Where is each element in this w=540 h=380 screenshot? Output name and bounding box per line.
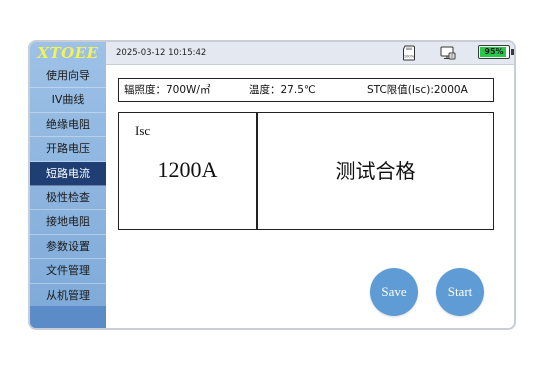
datetime: 2025-03-12 10:15:42 [116,48,207,58]
test-verdict: 测试合格 [335,159,416,183]
temperature-readout: 温度：27.5℃ [249,84,316,96]
stc-limit-readout: STC限值(Isc):2000A [367,84,468,96]
start-button[interactable]: Start [436,268,484,316]
status-bar: 2025-03-12 10:15:42 100% 95% [106,42,514,65]
battery-indicator: 95% [478,45,510,59]
device-screen: XTOEE 使用向导 IV曲线 绝缘电阻 开路电压 短路电流 极性检查 接地电阻… [28,40,516,330]
sd-card-icon: 100% [403,45,415,61]
irradiance-readout: 辐照度：700W/㎡ [124,84,211,96]
sidebar: XTOEE 使用向导 IV曲线 绝缘电阻 开路电压 短路电流 极性检查 接地电阻… [30,42,106,328]
sidebar-item-guide[interactable]: 使用向导 [30,64,106,89]
result-panel: Isc 1200A 测试合格 [118,112,494,230]
sidebar-footer [30,306,106,328]
sidebar-item-insulation-resistance[interactable]: 绝缘电阻 [30,113,106,138]
battery-percent: 95% [484,47,504,56]
sidebar-item-file-management[interactable]: 文件管理 [30,259,106,284]
sidebar-item-parameter-settings[interactable]: 参数设置 [30,235,106,260]
connection-icon [440,46,456,60]
measurement-info-bar: 辐照度：700W/㎡ 温度：27.5℃ STC限值(Isc):2000A [118,78,494,102]
sidebar-item-open-circuit-voltage[interactable]: 开路电压 [30,137,106,162]
isc-label: Isc [135,123,151,138]
app-logo: XTOEE [37,44,99,62]
sidebar-nav: 使用向导 IV曲线 绝缘电阻 开路电压 短路电流 极性检查 接地电阻 参数设置 … [30,64,106,308]
sidebar-item-slave-management[interactable]: 从机管理 [30,284,106,308]
sidebar-item-polarity-check[interactable]: 极性检查 [30,186,106,211]
sd-card-label: 100% [404,55,415,59]
battery-terminal [511,49,514,55]
sidebar-item-short-circuit-current[interactable]: 短路电流 [30,161,106,186]
sidebar-item-iv-curve[interactable]: IV曲线 [30,88,106,113]
isc-value: 1200A [157,157,218,182]
sidebar-item-ground-resistance[interactable]: 接地电阻 [30,210,106,235]
save-button[interactable]: Save [370,268,418,316]
